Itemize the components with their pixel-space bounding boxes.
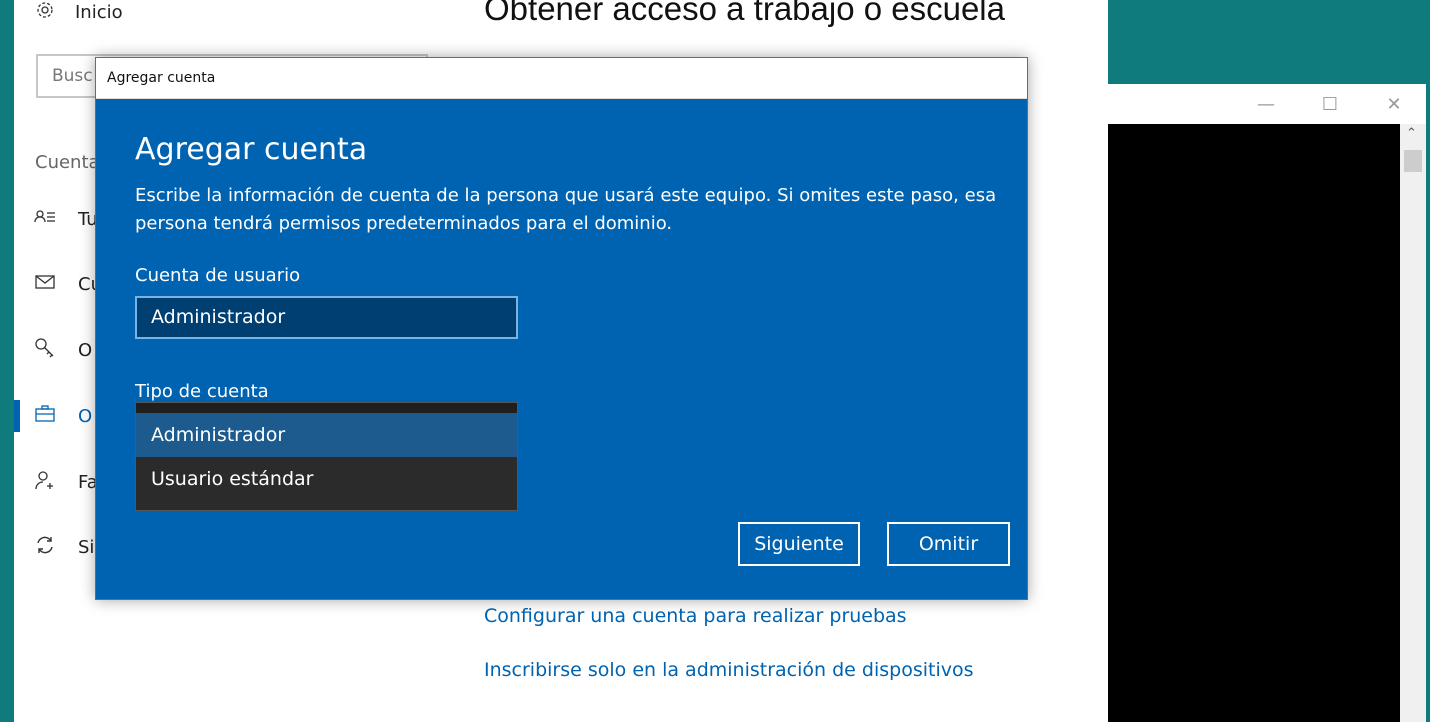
user-account-input[interactable]: Administrador [135,296,518,339]
dialog-heading: Agregar cuenta [135,132,368,167]
nav-item-label: Si [78,536,95,558]
user-account-label: Cuenta de usuario [135,265,301,286]
dropdown-top-strip [136,403,517,413]
nav-item-your-info[interactable]: Tu [34,204,98,234]
minimize-icon[interactable]: — [1234,84,1298,124]
add-account-dialog: Agregar cuenta Agregar cuenta Escribe la… [95,57,1028,600]
page-title: Obtener acceso a trabajo o escuela [484,0,1005,27]
background-window: — ☐ ✕ ⌃ [1108,84,1426,722]
home-label: Inicio [75,1,123,23]
mail-icon [34,271,56,298]
skip-button[interactable]: Omitir [887,522,1010,566]
section-label: Cuenta [35,152,100,173]
enroll-device-management-link[interactable]: Inscribirse solo en la administración de… [484,659,974,681]
account-type-label: Tipo de cuenta [135,381,269,402]
nav-item-label: O [78,405,93,427]
account-type-option-admin[interactable]: Administrador [136,413,517,457]
dialog-description: Escribe la información de cuenta de la p… [135,185,997,234]
nav-item-work-school[interactable]: O [34,401,92,431]
nav-item-label: O [78,339,93,361]
nav-selection-indicator [14,400,20,432]
user-info-icon [34,206,56,233]
dialog-titlebar: Agregar cuenta [96,58,1027,99]
nav-item-email[interactable]: Cu [34,269,102,299]
chevron-up-icon[interactable]: ⌃ [1406,126,1417,141]
maximize-icon[interactable]: ☐ [1298,84,1362,124]
nav-item-family[interactable]: Fa [34,467,98,497]
home-nav-item[interactable]: Inicio [35,0,123,24]
sync-icon [34,534,56,561]
account-type-dropdown[interactable]: Administrador Usuario estándar [135,402,518,511]
close-icon[interactable]: ✕ [1362,84,1426,124]
scrollbar-thumb[interactable] [1404,150,1422,172]
window-controls: — ☐ ✕ [1234,84,1426,124]
add-user-icon [34,469,56,496]
nav-item-sync[interactable]: Si [34,532,94,562]
key-icon [34,337,56,364]
setup-test-account-link[interactable]: Configurar una cuenta para realizar prue… [484,605,907,627]
next-button[interactable]: Siguiente [738,522,860,566]
briefcase-icon [34,403,56,430]
gear-icon [35,0,55,25]
vertical-scrollbar[interactable]: ⌃ [1400,124,1426,722]
console-area [1108,124,1400,722]
nav-item-signin[interactable]: O [34,335,92,365]
account-type-option-standard[interactable]: Usuario estándar [136,457,517,501]
